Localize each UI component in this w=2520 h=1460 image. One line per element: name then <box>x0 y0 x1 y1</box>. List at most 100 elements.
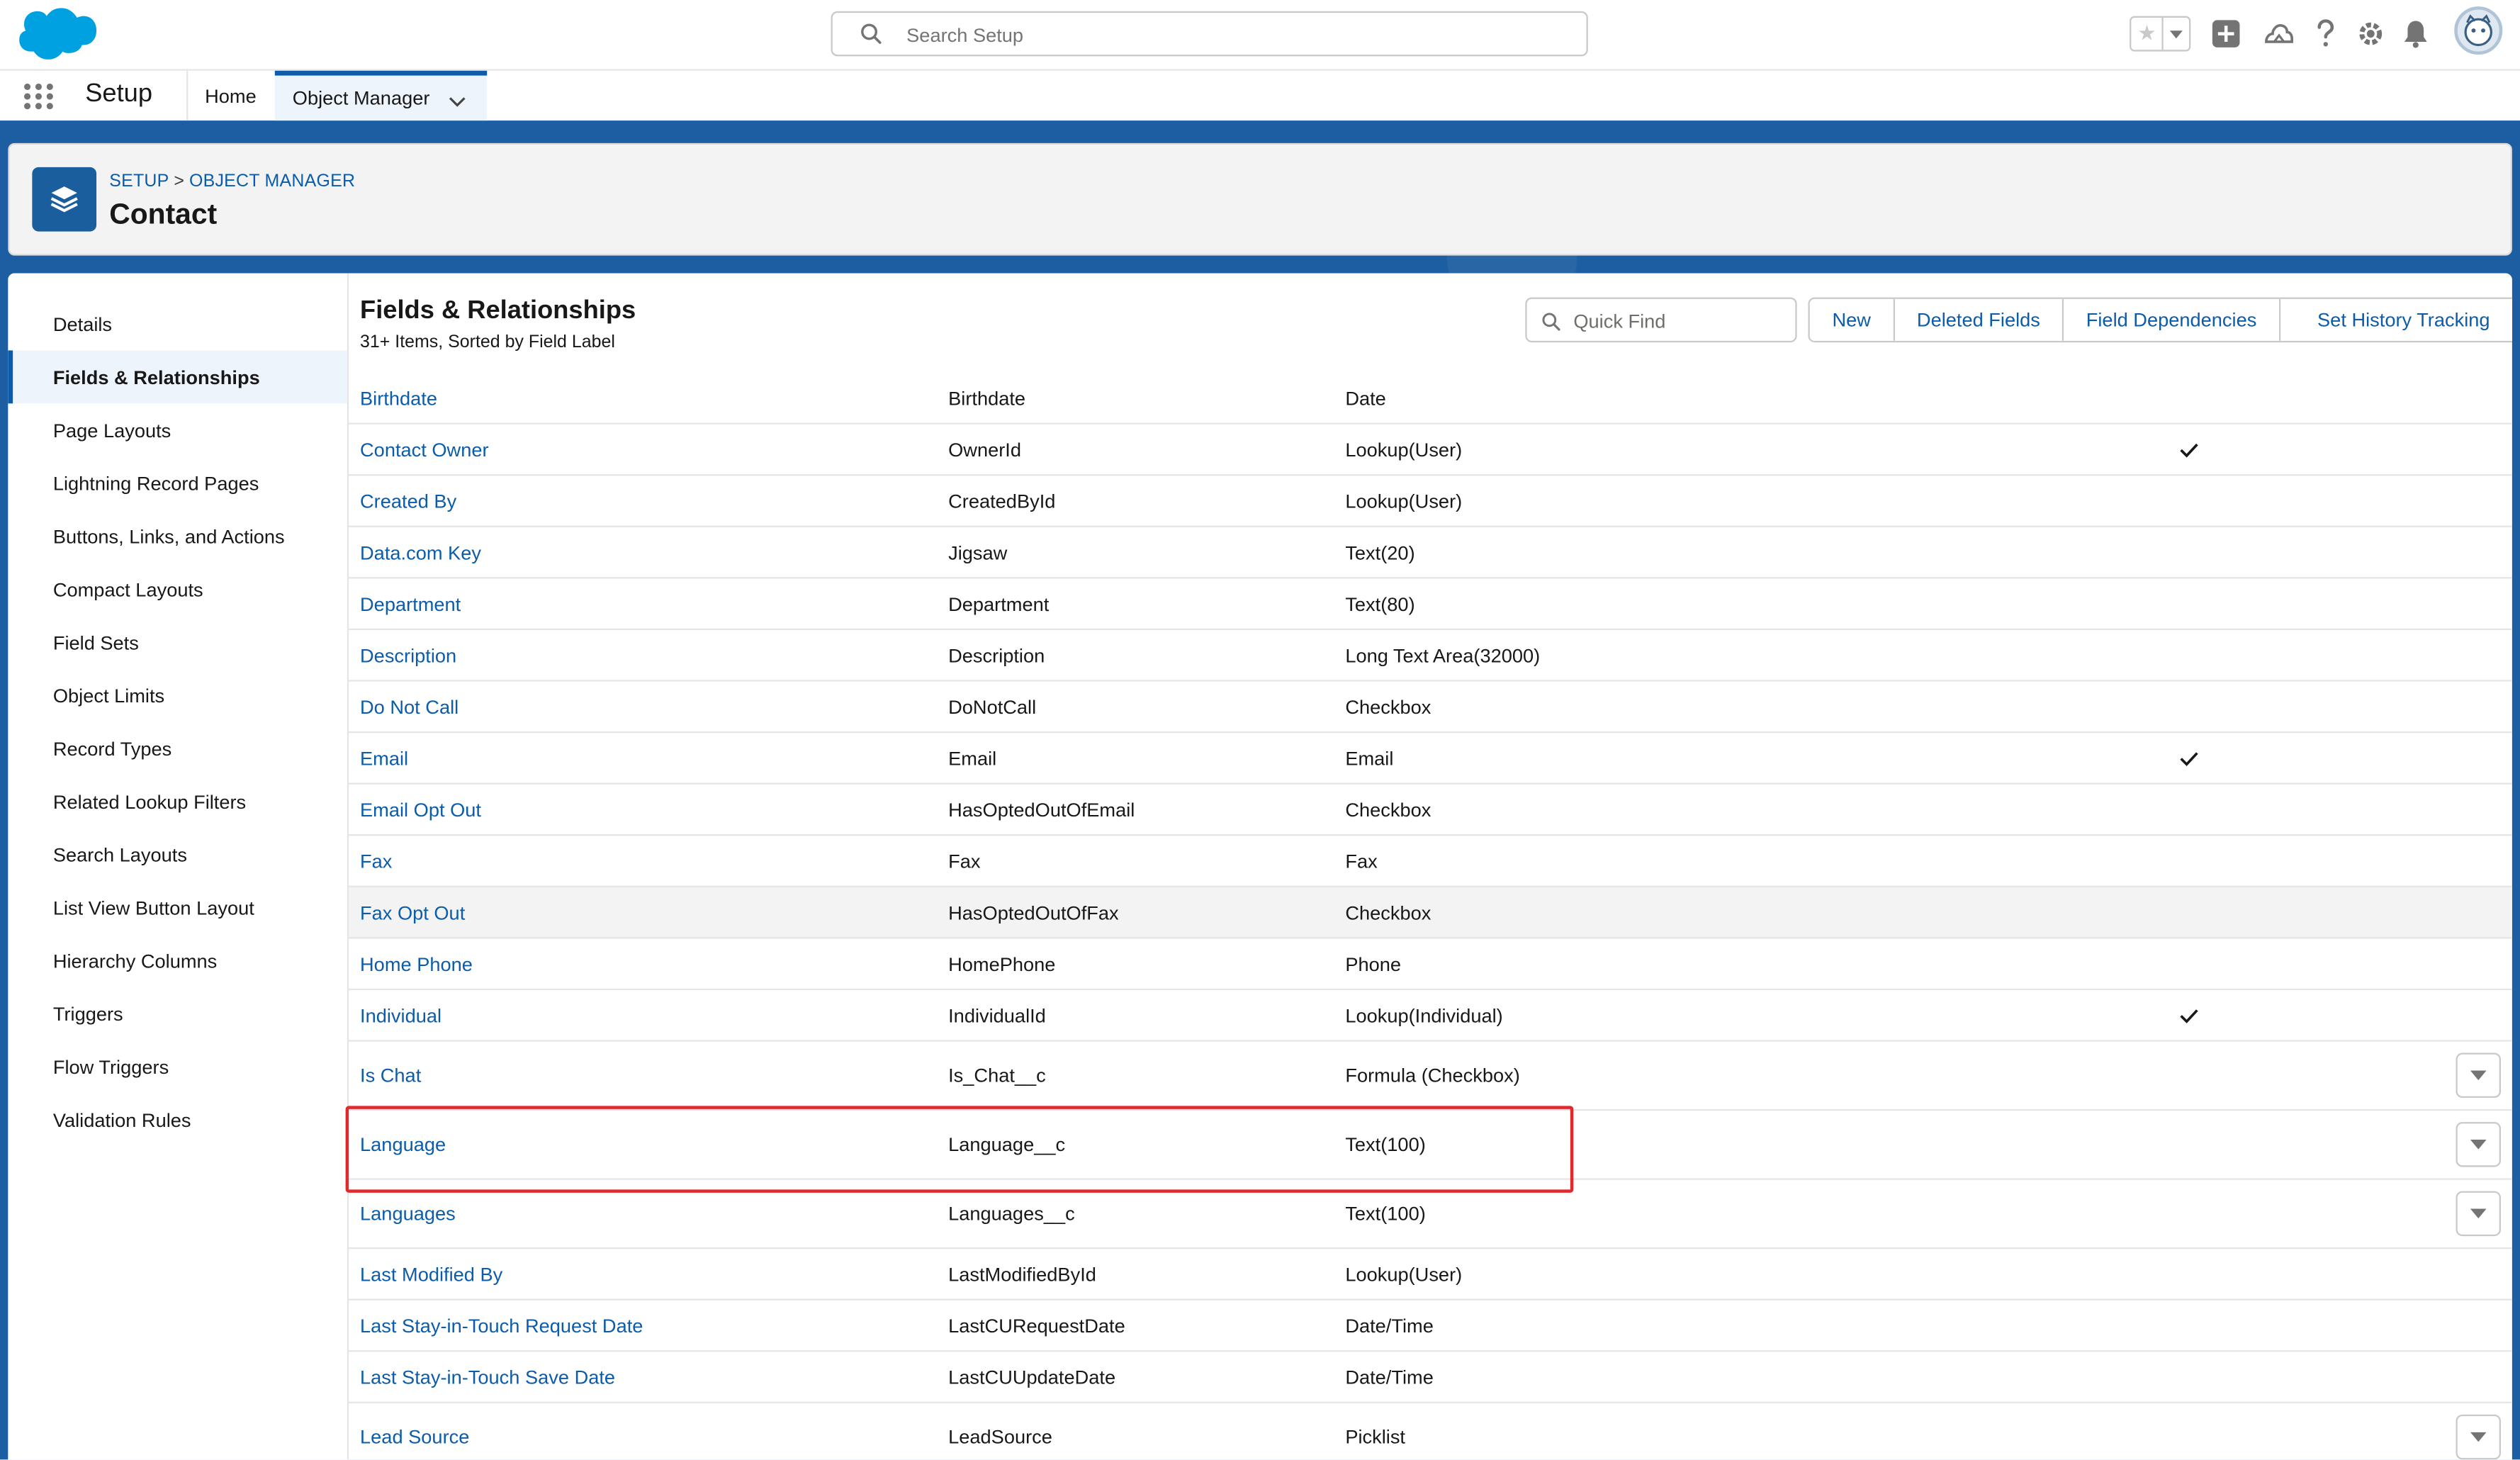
field-api-name: HasOptedOutOfFax <box>948 901 1119 923</box>
field-data-type-cell: Fax <box>1345 836 1377 885</box>
field-label-link[interactable]: Department <box>360 593 461 615</box>
field-label-link[interactable]: Is Chat <box>360 1064 421 1086</box>
field-api-name-cell: DoNotCall <box>948 682 1036 731</box>
indexed-check-icon <box>2178 733 2200 782</box>
field-label-link[interactable]: Email <box>360 746 408 769</box>
sidebar-item-label: Compact Layouts <box>52 578 203 601</box>
field-label-link-cell: Description <box>360 630 456 680</box>
field-label-link[interactable]: Last Stay-in-Touch Request Date <box>360 1314 643 1337</box>
set-history-tracking-button[interactable]: Set History Tracking <box>2280 298 2512 341</box>
sidebar-item[interactable]: Object Limits <box>8 668 347 721</box>
row-actions-button[interactable] <box>2456 1414 2502 1460</box>
sidebar-item-label: Page Layouts <box>52 418 171 442</box>
sidebar-item[interactable]: Details <box>8 298 347 351</box>
sidebar-item[interactable]: Flow Triggers <box>8 1040 347 1093</box>
field-label-link-cell: Email <box>360 733 408 782</box>
field-label-link-cell: Created By <box>360 476 456 525</box>
field-label-link[interactable]: Last Modified By <box>360 1263 502 1286</box>
sidebar-item-label: Fields & Relationships <box>52 365 260 388</box>
field-label-link[interactable]: Individual <box>360 1004 441 1026</box>
field-label-link[interactable]: Last Stay-in-Touch Save Date <box>360 1366 615 1388</box>
avatar[interactable] <box>2454 6 2503 55</box>
sidebar-item[interactable]: Triggers <box>8 987 347 1040</box>
field-dependencies-button[interactable]: Field Dependencies <box>2064 298 2281 341</box>
tab-home[interactable]: Home <box>188 71 273 120</box>
salesforce-cloud-icon[interactable] <box>13 6 97 64</box>
sidebar-item-label: Buttons, Links, and Actions <box>52 524 285 548</box>
sidebar-item[interactable]: Record Types <box>8 721 347 775</box>
table-row: Description Description Long Text Area(320… <box>349 630 2512 682</box>
field-label-link[interactable]: Language <box>360 1133 446 1156</box>
sidebar-item[interactable]: Buttons, Links, and Actions <box>8 510 347 563</box>
setup-search-box[interactable] <box>831 11 1588 57</box>
sidebar-item-label: Lightning Record Pages <box>52 471 259 495</box>
field-label-link[interactable]: Languages <box>360 1202 456 1225</box>
row-actions-cell <box>2456 1042 2502 1109</box>
sidebar-item[interactable]: Search Layouts <box>8 828 347 881</box>
table-row: Birthdate Birthdate Date <box>349 373 2512 425</box>
sidebar-item[interactable]: Fields & Relationships <box>8 350 347 404</box>
field-api-name: LastCURequestDate <box>948 1314 1125 1337</box>
field-label-link[interactable]: Data.com Key <box>360 541 481 563</box>
fields-table: Birthdate Birthdate Date Contact Owner Owner… <box>349 373 2512 1460</box>
quick-find-box[interactable] <box>1525 297 1797 343</box>
field-label-link[interactable]: Do Not Call <box>360 695 459 718</box>
sidebar-item-label: List View Button Layout <box>52 896 254 919</box>
field-label-link[interactable]: Email Opt Out <box>360 798 481 821</box>
sidebar-item[interactable]: Related Lookup Filters <box>8 775 347 828</box>
trailhead-icon[interactable] <box>2263 18 2295 50</box>
field-label-link[interactable]: Contact Owner <box>360 438 489 461</box>
favorites-dropdown-icon[interactable] <box>2162 17 2189 50</box>
page-title: Contact <box>109 197 218 230</box>
search-input[interactable] <box>903 19 1553 52</box>
field-data-type-cell: Date <box>1345 373 1386 422</box>
object-sidebar: Details Fields & Relationships Page Layout… <box>8 273 349 1460</box>
field-label-link-cell: Language <box>360 1111 446 1178</box>
field-data-type: Phone <box>1345 952 1402 975</box>
sidebar-item[interactable]: Page Layouts <box>8 403 347 456</box>
sidebar-item[interactable]: Lightning Record Pages <box>8 456 347 510</box>
new-field-button[interactable]: New <box>1809 298 1895 341</box>
breadcrumb-object-manager-link[interactable]: OBJECT MANAGER <box>189 172 355 191</box>
section-subtitle: 31+ Items, Sorted by Field Label <box>360 332 615 352</box>
field-label-link[interactable]: Lead Source <box>360 1426 469 1449</box>
sidebar-item-label: Validation Rules <box>52 1108 191 1131</box>
field-label-link[interactable]: Fax <box>360 850 392 872</box>
field-label-link[interactable]: Birthdate <box>360 386 437 409</box>
field-api-name: Email <box>948 746 997 770</box>
field-data-type-cell: Checkbox <box>1345 682 1431 731</box>
breadcrumb: SETUP > OBJECT MANAGER <box>109 172 355 191</box>
row-actions-button[interactable] <box>2456 1191 2502 1237</box>
sidebar-item[interactable]: Hierarchy Columns <box>8 934 347 987</box>
sidebar-item[interactable]: Field Sets <box>8 616 347 669</box>
quick-find-input[interactable] <box>1570 307 1786 337</box>
favorites-button-group[interactable]: ★ <box>2130 16 2191 52</box>
field-api-name: Description <box>948 644 1045 667</box>
tab-object-manager[interactable]: Object Manager <box>274 70 488 121</box>
row-actions-button[interactable] <box>2456 1052 2502 1099</box>
sidebar-item[interactable]: Compact Layouts <box>8 563 347 616</box>
row-actions-button[interactable] <box>2456 1122 2502 1167</box>
deleted-fields-button[interactable]: Deleted Fields <box>1894 298 2064 341</box>
breadcrumb-setup-link[interactable]: SETUP <box>109 172 169 191</box>
field-data-type: Date <box>1345 386 1386 410</box>
chevron-down-icon[interactable] <box>449 90 466 113</box>
app-launcher-icon[interactable] <box>23 82 55 111</box>
sidebar-item-label: Record Types <box>52 736 172 760</box>
field-data-type: Checkbox <box>1345 798 1431 821</box>
field-label-link[interactable]: Fax Opt Out <box>360 901 465 923</box>
bell-icon[interactable] <box>2400 18 2431 50</box>
field-label-link[interactable]: Home Phone <box>360 953 473 975</box>
field-data-type: Email <box>1345 746 1394 770</box>
help-icon[interactable] <box>2310 18 2341 50</box>
field-label-link[interactable]: Description <box>360 644 456 666</box>
field-label-link[interactable]: Created By <box>360 490 456 512</box>
sidebar-item[interactable]: List View Button Layout <box>8 881 347 934</box>
global-header: ★ <box>0 0 2520 71</box>
field-api-name-cell: Description <box>948 630 1045 680</box>
gear-icon[interactable] <box>2355 18 2387 50</box>
add-icon[interactable] <box>2210 18 2241 50</box>
favorites-star-icon[interactable]: ★ <box>2131 18 2162 50</box>
chevron-down-icon <box>2470 1208 2487 1219</box>
sidebar-item[interactable]: Validation Rules <box>8 1093 347 1146</box>
